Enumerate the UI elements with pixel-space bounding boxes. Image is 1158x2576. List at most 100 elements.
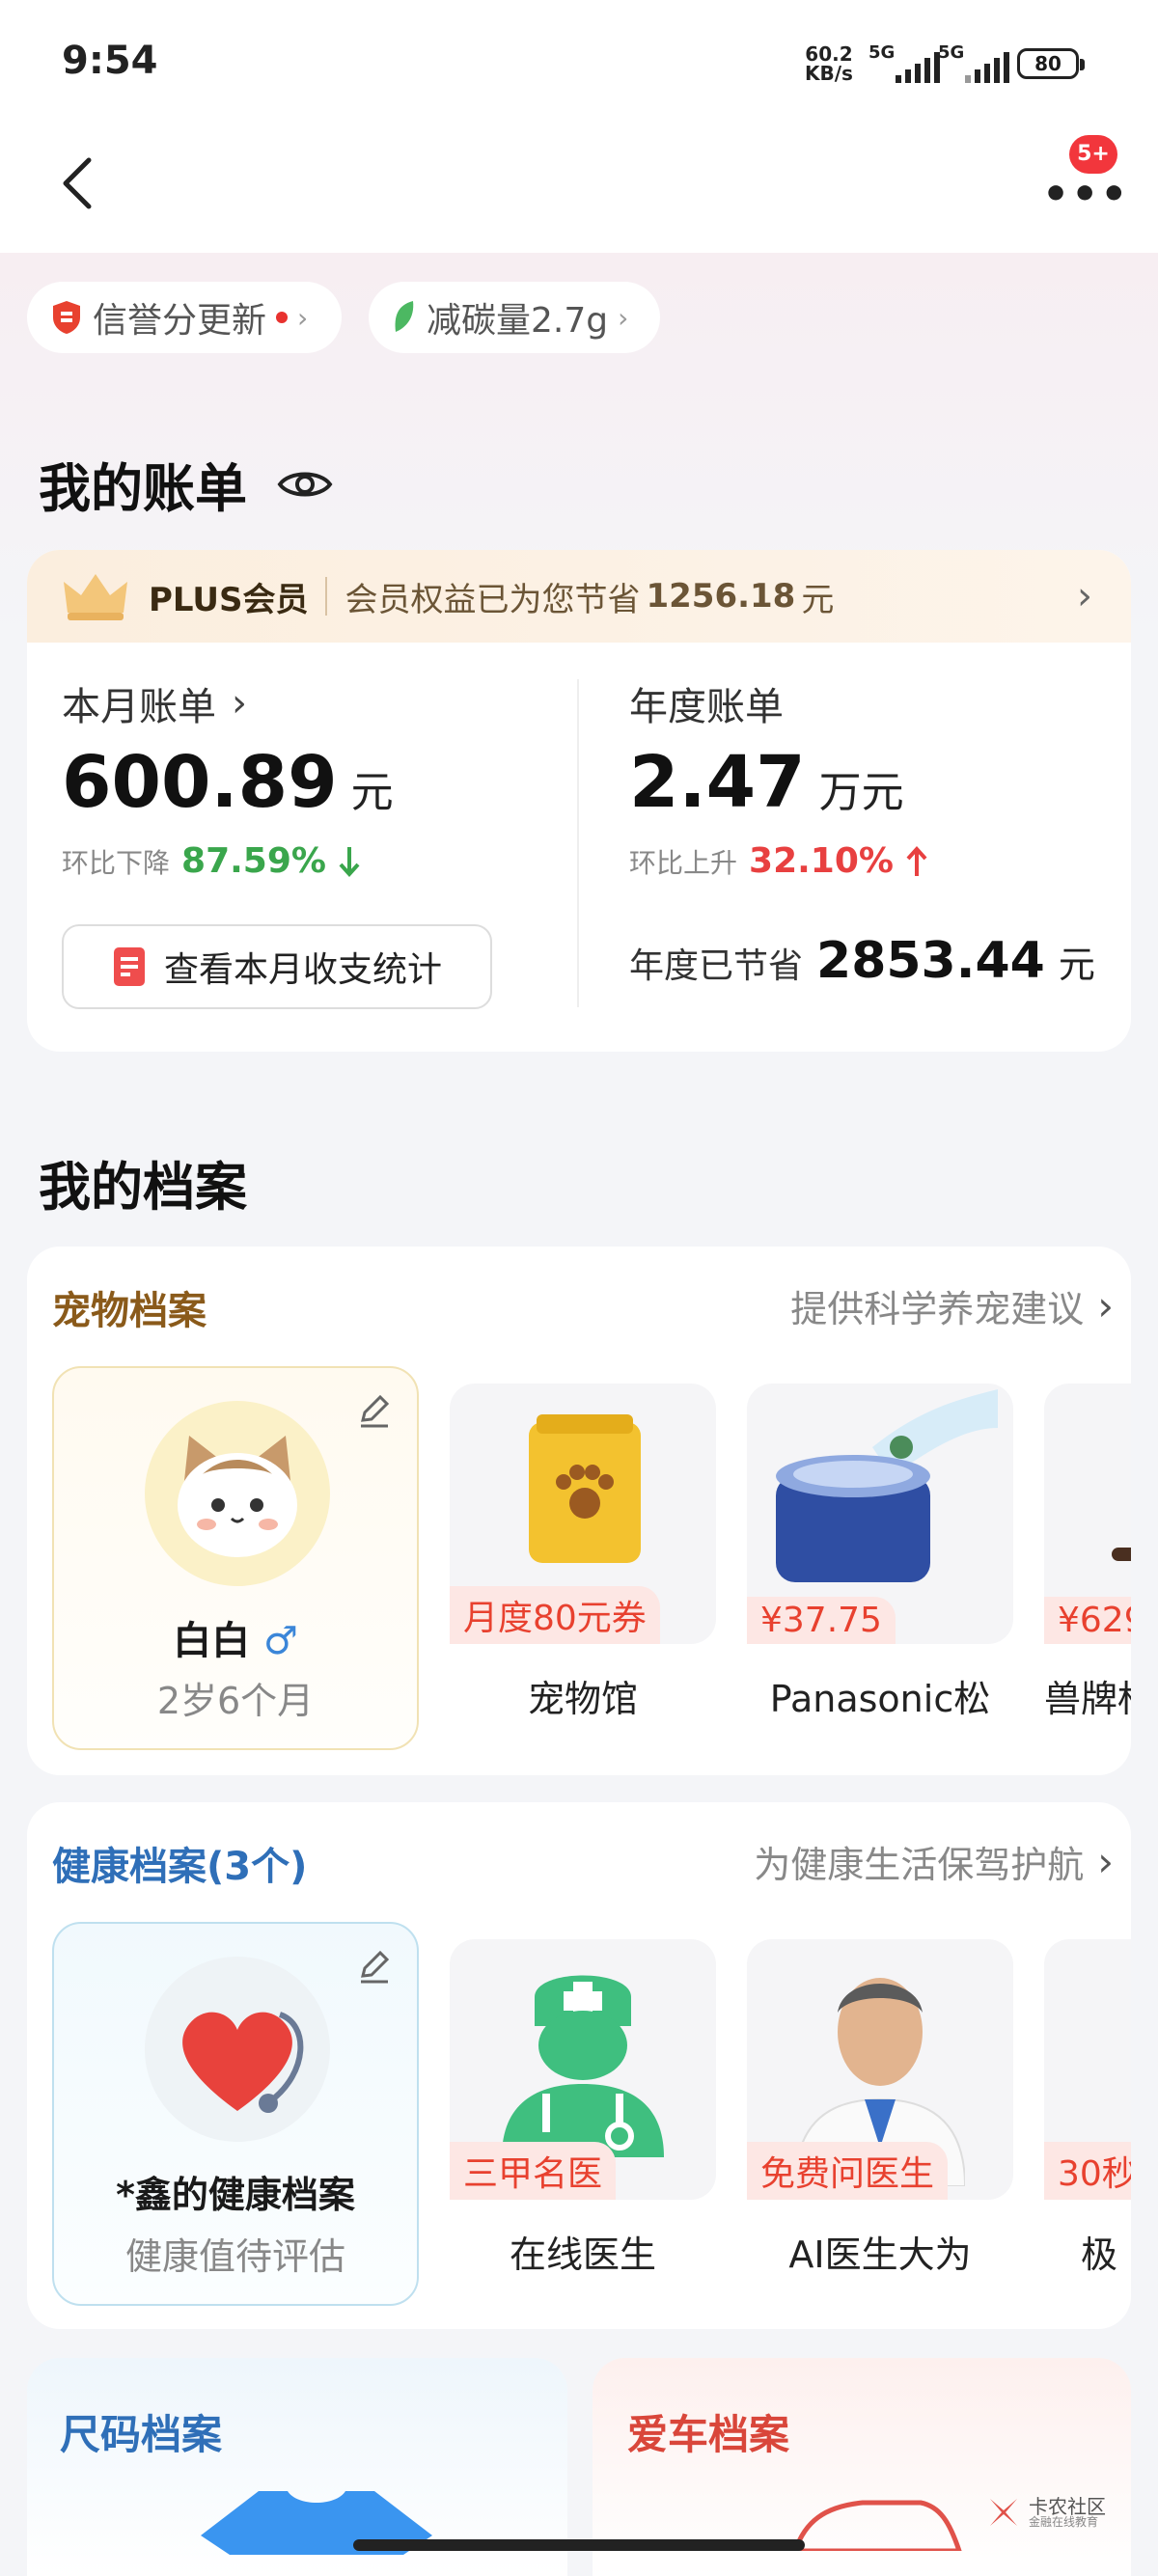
- health-profile-title[interactable]: 健康档案(3个): [52, 1835, 307, 1891]
- plus-savings-text: 会员权益已为您节省: [345, 580, 641, 619]
- edit-pencil-icon[interactable]: [355, 1391, 394, 1430]
- car-icon: [792, 2500, 962, 2551]
- back-arrow-icon[interactable]: [56, 154, 98, 212]
- credit-score-chip[interactable]: 信誉分更新 ›: [27, 282, 342, 353]
- battery-icon: 80: [1017, 48, 1085, 79]
- monthly-bill-link[interactable]: 本月账单 ›: [62, 675, 247, 731]
- monthly-change-row: 环比下降 87.59%: [62, 841, 361, 881]
- doctor-icon: [502, 1975, 664, 2157]
- bill-section: 我的账单: [39, 446, 334, 522]
- chevron-right-icon: ›: [1097, 1282, 1114, 1329]
- yearly-saved-amount: 2853.44: [816, 932, 1045, 990]
- yearly-change-row: 环比上升 32.10%: [629, 841, 928, 881]
- leaf-icon: [395, 301, 414, 332]
- watermark-logo: 卡农社区 金融在线教育: [984, 2493, 1106, 2532]
- profiles-title: 我的档案: [39, 1157, 247, 1218]
- chevron-right-icon: ›: [618, 301, 629, 334]
- health-profile-tile[interactable]: *鑫的健康档案 健康值待评估: [52, 1922, 419, 2306]
- carbon-reduction-chip[interactable]: 减碳量2.7g ›: [369, 282, 660, 353]
- pet-food-bag-icon: [529, 1414, 641, 1563]
- yearly-change-label: 环比上升: [629, 846, 738, 879]
- ai-doctor-tile[interactable]: 免费问医生: [747, 1939, 1013, 2200]
- pet-product-tile[interactable]: ¥37.75: [747, 1384, 1013, 1644]
- yearly-amount-row: 2.47 万元: [629, 741, 904, 824]
- home-indicator[interactable]: [353, 2539, 805, 2551]
- tile-tag: 三甲名医: [450, 2142, 617, 2200]
- health-hint-link[interactable]: 为健康生活保驾护航 ›: [754, 1835, 1114, 1888]
- yearly-saved-label: 年度已节省: [629, 946, 804, 986]
- plus-member-bar[interactable]: PLUS会员 会员权益已为您节省 1256.18 元 ›: [27, 550, 1131, 643]
- tile-name: 极: [1081, 2233, 1118, 2276]
- signal-bars-icon: [965, 50, 1009, 83]
- health-tile-partial[interactable]: 30秒: [1044, 1939, 1131, 2200]
- yearly-change-value: 32.10%: [749, 841, 894, 881]
- status-time: 9:54: [62, 39, 158, 83]
- monthly-stats-button[interactable]: 查看本月收支统计: [62, 924, 492, 1009]
- size-profile-title: 尺码档案: [60, 2411, 223, 2458]
- male-gender-icon: ♂: [263, 1619, 298, 1663]
- health-hint-label: 为健康生活保驾护航: [754, 1844, 1085, 1886]
- tile-name: 兽牌标: [1044, 1678, 1131, 1720]
- bill-title: 我的账单: [39, 458, 247, 519]
- divider: [577, 679, 579, 1007]
- sim1-label: 5G: [868, 42, 896, 63]
- monthly-bill-label: 本月账单: [62, 685, 216, 729]
- notification-badge: 5+: [1069, 135, 1117, 174]
- watermark-title: 卡农社区: [1029, 2495, 1106, 2518]
- unread-dot: [276, 312, 289, 323]
- more-options-icon[interactable]: •••: [1042, 170, 1129, 219]
- network-speed-value: 60.2: [805, 42, 853, 66]
- monthly-stats-label: 查看本月收支统计: [163, 950, 442, 990]
- watermark-subtitle: 金融在线教育: [1029, 2515, 1099, 2529]
- yearly-saved-row: 年度已节省 2853.44 元: [629, 932, 1095, 990]
- health-profile-name: *鑫的健康档案: [116, 2174, 355, 2216]
- cat-avatar-icon: [145, 1401, 330, 1586]
- tile-name: Panasonic松: [769, 1678, 991, 1720]
- pet-advice-link[interactable]: 提供科学养宠建议 ›: [790, 1279, 1114, 1332]
- pet-name-row: 白白 ♂: [54, 1609, 417, 1665]
- online-doctor-tile[interactable]: 三甲名医: [450, 1939, 716, 2200]
- chevron-right-icon: ›: [1077, 574, 1092, 618]
- pet-product-tile-partial[interactable]: ¥629: [1044, 1384, 1131, 1644]
- chevron-right-icon: ›: [1097, 1838, 1114, 1885]
- monthly-amount: 600.89: [62, 741, 338, 824]
- yearly-unit: 万元: [818, 768, 904, 817]
- yearly-bill-label: 年度账单: [629, 685, 784, 729]
- monthly-unit: 元: [350, 768, 394, 817]
- monthly-change-label: 环比下降: [62, 846, 171, 879]
- plus-savings-unit: 元: [801, 580, 835, 619]
- monthly-amount-row: 600.89 元: [62, 741, 394, 824]
- pet-name: 白白: [173, 1619, 251, 1663]
- edit-pencil-icon[interactable]: [355, 1947, 394, 1986]
- chevron-right-icon: ›: [297, 301, 309, 334]
- carbon-reduction-label: 减碳量2.7g: [427, 301, 609, 341]
- signal-bars-icon: [896, 50, 940, 83]
- pet-store-tile[interactable]: 月度80元券: [450, 1384, 716, 1644]
- credit-score-label: 信誉分更新: [93, 301, 267, 341]
- monthly-change-value: 87.59%: [181, 841, 326, 881]
- pet-age: 2岁6个月: [156, 1680, 315, 1722]
- pet-profile-title[interactable]: 宠物档案: [52, 1279, 207, 1335]
- yearly-saved-unit: 元: [1058, 944, 1095, 986]
- tile-price-tag: ¥37.75: [747, 1597, 896, 1644]
- crown-icon: [64, 574, 127, 620]
- network-speed: 60.2 KB/s: [805, 44, 853, 83]
- pet-card[interactable]: 白白 ♂ 2岁6个月: [52, 1366, 419, 1750]
- watermark-icon: [990, 2499, 1017, 2526]
- plus-label: PLUS会员: [149, 580, 309, 619]
- tile-name: 在线医生: [509, 2233, 656, 2276]
- heart-stethoscope-icon: [145, 1957, 330, 2142]
- product-jar-icon: [776, 1389, 998, 1582]
- network-speed-unit: KB/s: [805, 62, 853, 85]
- report-icon: [113, 947, 145, 986]
- chevron-right-icon: ›: [232, 681, 247, 726]
- car-profile-title: 爱车档案: [627, 2411, 790, 2458]
- eye-icon[interactable]: [276, 465, 334, 504]
- nav-bar: [0, 125, 1158, 253]
- signal-sim2: 5G: [938, 42, 1009, 100]
- tile-tag: 免费问医生: [747, 2142, 949, 2200]
- tile-name: AI医生大为: [788, 2233, 972, 2276]
- plus-savings-amount: 1256.18: [646, 577, 796, 616]
- sim2-label: 5G: [938, 42, 965, 63]
- tile-price-tag: ¥629: [1044, 1597, 1131, 1644]
